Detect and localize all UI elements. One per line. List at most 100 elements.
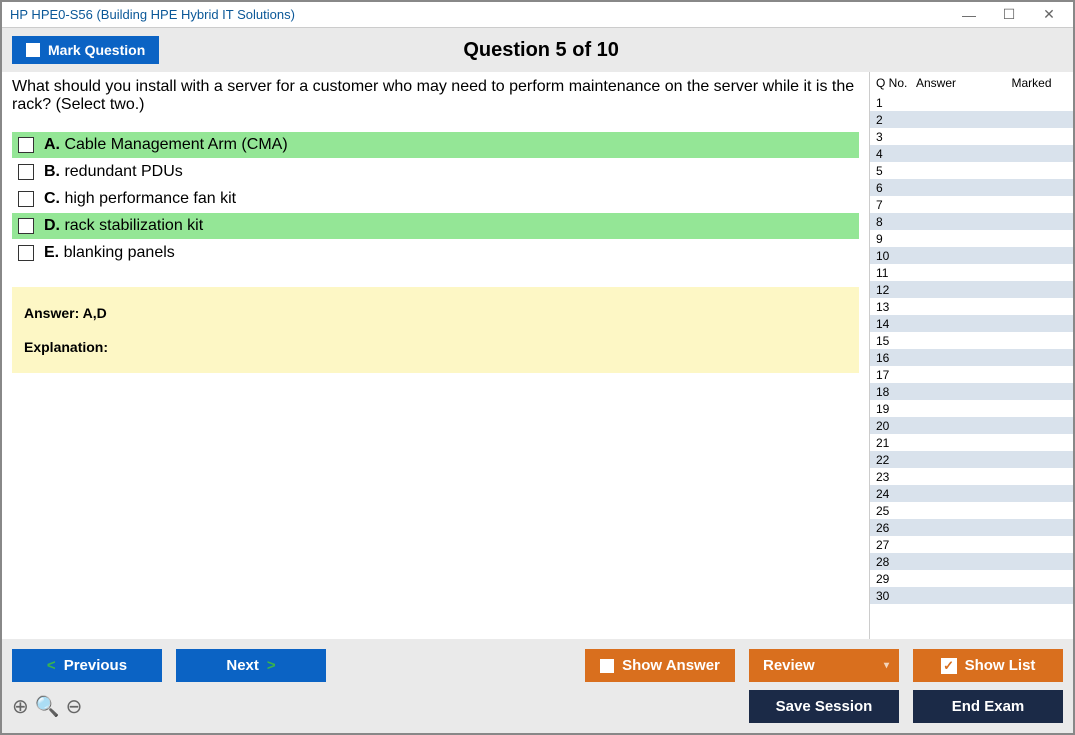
window-title: HP HPE0-S56 (Building HPE Hybrid IT Solu…: [10, 7, 949, 22]
row-number: 15: [876, 334, 916, 348]
question-row[interactable]: 14: [870, 315, 1073, 332]
review-dropdown[interactable]: Review ▾: [749, 649, 899, 682]
question-row[interactable]: 24: [870, 485, 1073, 502]
option-text: high performance fan kit: [64, 190, 236, 207]
header-bar: Mark Question Question 5 of 10: [2, 28, 1073, 72]
checkbox-icon: [600, 659, 614, 673]
row-number: 18: [876, 385, 916, 399]
row-number: 20: [876, 419, 916, 433]
row-number: 9: [876, 232, 916, 246]
row-number: 25: [876, 504, 916, 518]
minimize-button[interactable]: —: [949, 3, 989, 27]
question-row[interactable]: 13: [870, 298, 1073, 315]
question-row[interactable]: 18: [870, 383, 1073, 400]
checkbox-icon[interactable]: [18, 245, 34, 261]
header-marked: Marked: [996, 76, 1067, 90]
review-label: Review: [763, 657, 815, 674]
zoom-controls: ⊕ 🔍 ⊖: [12, 694, 82, 719]
question-row[interactable]: 16: [870, 349, 1073, 366]
titlebar: HP HPE0-S56 (Building HPE Hybrid IT Solu…: [2, 2, 1073, 28]
checkbox-icon[interactable]: [18, 137, 34, 153]
row-number: 5: [876, 164, 916, 178]
close-button[interactable]: ✕: [1029, 3, 1069, 27]
question-row[interactable]: 27: [870, 536, 1073, 553]
question-row[interactable]: 6: [870, 179, 1073, 196]
option-C[interactable]: C. high performance fan kit: [12, 186, 859, 213]
option-letter: E.: [44, 244, 59, 261]
chevron-right-icon: >: [267, 657, 276, 674]
option-text: rack stabilization kit: [64, 217, 203, 234]
option-text: blanking panels: [64, 244, 175, 261]
show-answer-button[interactable]: Show Answer: [585, 649, 735, 682]
option-E[interactable]: E. blanking panels: [12, 240, 859, 267]
option-letter: A.: [44, 136, 60, 153]
question-row[interactable]: 1: [870, 94, 1073, 111]
next-button[interactable]: Next >: [176, 649, 326, 682]
zoom-in-icon[interactable]: ⊕: [12, 694, 29, 719]
row-number: 28: [876, 555, 916, 569]
previous-button[interactable]: < Previous: [12, 649, 162, 682]
option-text: Cable Management Arm (CMA): [64, 136, 287, 153]
question-row[interactable]: 15: [870, 332, 1073, 349]
row-number: 21: [876, 436, 916, 450]
checkbox-icon[interactable]: [18, 218, 34, 234]
previous-label: Previous: [64, 657, 127, 674]
question-row[interactable]: 8: [870, 213, 1073, 230]
end-exam-button[interactable]: End Exam: [913, 690, 1063, 723]
question-row[interactable]: 2: [870, 111, 1073, 128]
show-list-label: Show List: [965, 657, 1036, 674]
question-row[interactable]: 11: [870, 264, 1073, 281]
question-list[interactable]: 1234567891011121314151617181920212223242…: [870, 94, 1073, 639]
zoom-out-icon[interactable]: ⊖: [66, 694, 83, 719]
question-row[interactable]: 17: [870, 366, 1073, 383]
row-number: 17: [876, 368, 916, 382]
option-D[interactable]: D. rack stabilization kit: [12, 213, 859, 240]
question-row[interactable]: 7: [870, 196, 1073, 213]
question-list-sidebar: Q No. Answer Marked 12345678910111213141…: [869, 72, 1073, 639]
save-session-button[interactable]: Save Session: [749, 690, 899, 723]
question-row[interactable]: 4: [870, 145, 1073, 162]
explanation-label: Explanation:: [24, 339, 847, 355]
question-row[interactable]: 21: [870, 434, 1073, 451]
row-number: 16: [876, 351, 916, 365]
row-number: 2: [876, 113, 916, 127]
row-number: 22: [876, 453, 916, 467]
question-row[interactable]: 3: [870, 128, 1073, 145]
show-answer-label: Show Answer: [622, 657, 720, 674]
mark-question-button[interactable]: Mark Question: [12, 36, 159, 64]
row-number: 14: [876, 317, 916, 331]
row-number: 26: [876, 521, 916, 535]
row-number: 6: [876, 181, 916, 195]
question-row[interactable]: 25: [870, 502, 1073, 519]
question-row[interactable]: 28: [870, 553, 1073, 570]
checkbox-icon[interactable]: [18, 164, 34, 180]
zoom-reset-icon[interactable]: 🔍: [35, 694, 60, 719]
question-row[interactable]: 20: [870, 417, 1073, 434]
question-row[interactable]: 10: [870, 247, 1073, 264]
row-number: 13: [876, 300, 916, 314]
row-number: 3: [876, 130, 916, 144]
option-A[interactable]: A. Cable Management Arm (CMA): [12, 132, 859, 159]
question-row[interactable]: 5: [870, 162, 1073, 179]
row-number: 19: [876, 402, 916, 416]
end-exam-label: End Exam: [952, 698, 1025, 715]
question-row[interactable]: 9: [870, 230, 1073, 247]
question-row[interactable]: 12: [870, 281, 1073, 298]
question-row[interactable]: 23: [870, 468, 1073, 485]
question-row[interactable]: 19: [870, 400, 1073, 417]
answer-text: Answer: A,D: [24, 305, 847, 321]
maximize-button[interactable]: ☐: [989, 3, 1029, 27]
option-letter: C.: [44, 190, 60, 207]
question-counter: Question 5 of 10: [159, 39, 923, 62]
option-B[interactable]: B. redundant PDUs: [12, 159, 859, 186]
question-row[interactable]: 30: [870, 587, 1073, 604]
question-row[interactable]: 26: [870, 519, 1073, 536]
show-list-button[interactable]: ✓ Show List: [913, 649, 1063, 682]
row-number: 10: [876, 249, 916, 263]
question-row[interactable]: 29: [870, 570, 1073, 587]
question-row[interactable]: 22: [870, 451, 1073, 468]
row-number: 23: [876, 470, 916, 484]
question-panel: What should you install with a server fo…: [2, 72, 869, 639]
next-label: Next: [226, 657, 259, 674]
checkbox-icon[interactable]: [18, 191, 34, 207]
